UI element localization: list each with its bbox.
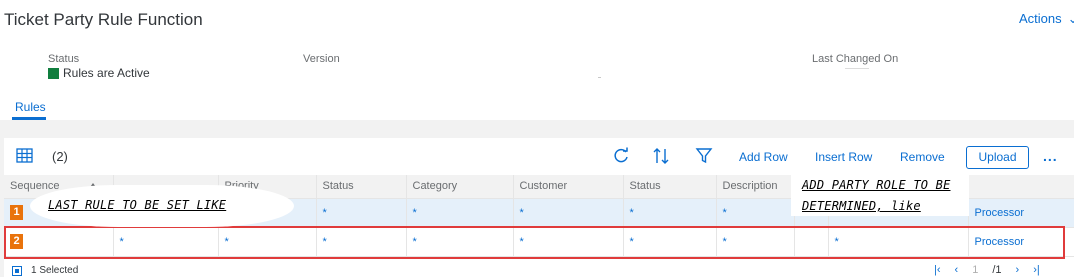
selection-count: 1 Selected bbox=[31, 265, 79, 276]
upload-button[interactable]: Upload bbox=[966, 146, 1029, 169]
table-cell[interactable]: * bbox=[218, 227, 317, 257]
pagination: |‹ ‹ 1 /1 › ›| bbox=[934, 264, 1040, 276]
filter-icon[interactable] bbox=[695, 147, 713, 165]
page-title: Ticket Party Rule Function bbox=[4, 10, 203, 29]
last-changed-value-faded bbox=[845, 68, 869, 69]
table-footer: 1 Selected |‹ ‹ 1 /1 › ›| bbox=[4, 264, 1074, 277]
column-header-category[interactable]: Category bbox=[406, 175, 514, 199]
column-header-description[interactable]: Description bbox=[716, 175, 795, 199]
status-value: Rules are Active bbox=[48, 66, 150, 80]
last-page-icon[interactable]: ›| bbox=[1033, 264, 1040, 276]
selection-checkbox[interactable] bbox=[12, 266, 22, 276]
status-indicator-icon bbox=[48, 67, 59, 79]
status-label: Status bbox=[48, 53, 80, 65]
sequence-badge: 2 bbox=[10, 234, 23, 249]
column-header-status[interactable]: Status bbox=[316, 175, 407, 199]
sequence-badge: 1 bbox=[10, 205, 23, 220]
last-changed-label: Last Changed On bbox=[812, 53, 899, 65]
column-header-party-role[interactable] bbox=[968, 175, 1074, 199]
table-cell[interactable]: * bbox=[716, 227, 795, 257]
table-grid-icon[interactable] bbox=[16, 147, 33, 164]
table-cell[interactable]: * bbox=[406, 227, 514, 257]
more-options-button[interactable]: ... bbox=[1043, 148, 1058, 164]
remove-button[interactable]: Remove bbox=[900, 150, 945, 164]
sort-icon[interactable] bbox=[652, 147, 670, 165]
refresh-icon[interactable] bbox=[612, 147, 630, 165]
row-count: (2) bbox=[52, 149, 68, 164]
column-header-status-2[interactable]: Status bbox=[623, 175, 717, 199]
page-total: /1 bbox=[992, 264, 1002, 276]
object-page-header: Ticket Party Rule Function Actions ⌄ Stat… bbox=[0, 0, 1074, 120]
table-cell[interactable]: * bbox=[406, 198, 514, 228]
table-cell[interactable]: * bbox=[316, 198, 407, 228]
table-cell[interactable]: * bbox=[828, 227, 969, 257]
chevron-down-icon: ⌄ bbox=[1067, 11, 1074, 26]
tab-rules[interactable]: Rules bbox=[15, 100, 46, 114]
annotation-text-left: LAST RULE TO BE SET LIKE bbox=[48, 198, 227, 212]
divider-mark bbox=[598, 77, 601, 78]
party-role-cell[interactable]: Processor bbox=[968, 198, 1074, 228]
table-cell[interactable]: * bbox=[316, 227, 407, 257]
annotation-text-right-line1: ADD PARTY ROLE TO BE bbox=[802, 178, 951, 192]
annotation-text-right: ADD PARTY ROLE TO BE DETERMINED, like bbox=[802, 175, 951, 217]
annotation-text-right-line2: DETERMINED, like bbox=[802, 199, 921, 213]
status-text: Rules are Active bbox=[63, 66, 150, 80]
actions-menu-button[interactable]: Actions ⌄ bbox=[1019, 11, 1074, 27]
previous-page-icon[interactable]: ‹ bbox=[955, 264, 959, 276]
current-page[interactable]: 1 bbox=[972, 264, 978, 276]
table-toolbar: (2) Add Row Insert Row Remove Upload ... bbox=[4, 138, 1074, 175]
table-cell[interactable]: * bbox=[513, 198, 624, 228]
actions-label: Actions bbox=[1019, 11, 1062, 26]
party-role-cell[interactable]: Processor bbox=[968, 227, 1074, 257]
table-cell[interactable]: * bbox=[113, 227, 219, 257]
first-page-icon[interactable]: |‹ bbox=[934, 264, 941, 276]
add-row-button[interactable]: Add Row bbox=[739, 150, 788, 164]
table-cell[interactable]: * bbox=[623, 227, 717, 257]
version-label: Version bbox=[303, 53, 340, 65]
table-cell[interactable]: * bbox=[623, 198, 717, 228]
insert-row-button[interactable]: Insert Row bbox=[815, 150, 872, 164]
column-header-customer[interactable]: Customer bbox=[513, 175, 624, 199]
sequence-cell: 2 bbox=[4, 227, 114, 257]
next-page-icon[interactable]: › bbox=[1016, 264, 1020, 276]
table-cell[interactable] bbox=[794, 227, 829, 257]
table-cell[interactable]: * bbox=[716, 198, 795, 228]
table-cell[interactable]: * bbox=[513, 227, 624, 257]
table-row[interactable]: 2 * * * * * * * * Processor bbox=[4, 227, 1074, 257]
